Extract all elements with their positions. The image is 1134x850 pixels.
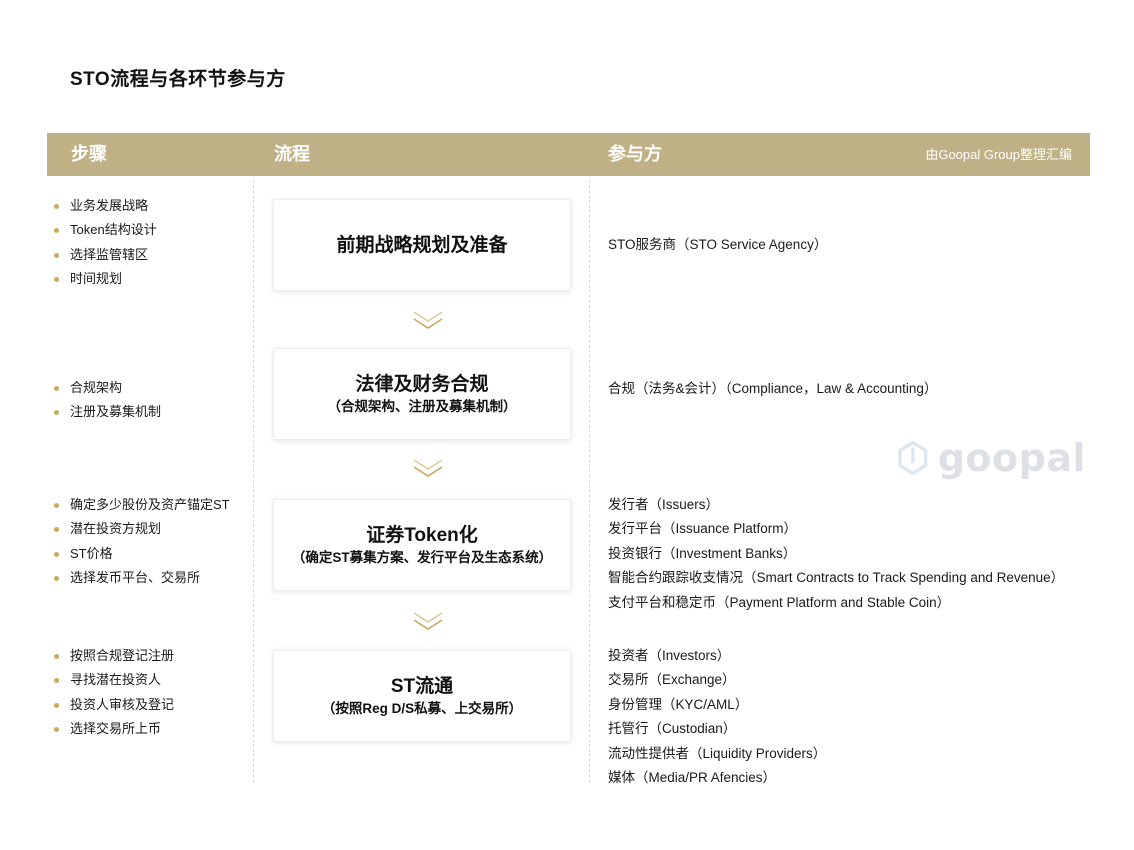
header-process: 流程 <box>274 144 310 164</box>
bullet-dot <box>54 503 59 508</box>
step-text: 选择监管辖区 <box>70 246 149 262</box>
table-header: 步骤 流程 参与方 由Goopal Group整理汇编 <box>47 133 1090 176</box>
stage-2-parties: 合规（法务&会计）（Compliance，Law & Accounting） <box>608 377 937 401</box>
process-title: 法律及财务合规 <box>355 374 489 395</box>
party-item: 交易所（Exchange） <box>608 672 736 688</box>
party-item: 支付平台和稳定币（Payment Platform and Stable Coi… <box>608 594 951 610</box>
stage-2-steps: 合规架构 注册及募集机制 <box>52 376 161 425</box>
bullet-dot <box>54 727 59 733</box>
step-item: 寻找潜在投资人 <box>52 668 174 692</box>
column-divider-right <box>589 180 590 782</box>
party-item: 托管行（Custodian） <box>608 721 737 737</box>
process-subtitle: （确定ST募集方案、发行平台及生态系统） <box>291 550 553 565</box>
step-item: ST价格 <box>52 542 230 566</box>
step-text: 寻找潜在投资人 <box>70 672 162 688</box>
party-item: 流动性提供者（Liquidity Providers） <box>608 745 827 761</box>
step-item: 选择发币平台、交易所 <box>52 566 230 590</box>
step-text: 合规架构 <box>70 380 123 395</box>
step-item: 业务发展战略 <box>52 194 157 218</box>
bullet-dot <box>54 702 59 708</box>
step-item: 投资人审核及登记 <box>52 693 174 717</box>
bullet-dot <box>54 527 59 533</box>
process-box-1: 前期战略规划及准备 <box>273 199 571 291</box>
step-text: Token结构设计 <box>70 222 157 238</box>
stage-3-parties: 发行者（Issuers） 发行平台（Issuance Platform） 投资银… <box>608 493 1064 615</box>
bullet-dot <box>54 252 59 258</box>
process-subtitle: （按照Reg D/S私募、上交易所） <box>321 701 523 716</box>
step-text: 潜在投资方规划 <box>70 521 162 537</box>
bullet-dot <box>54 551 59 557</box>
goopal-watermark: goopal <box>896 430 1086 486</box>
step-text: 时间规划 <box>70 271 123 287</box>
step-item: 注册及募集机制 <box>52 400 161 424</box>
party-item: 投资银行（Investment Banks） <box>608 545 797 561</box>
step-item: 按照合规登记注册 <box>52 644 174 668</box>
party-item: 发行者（Issuers） <box>608 497 720 512</box>
step-item: Token结构设计 <box>52 218 157 242</box>
step-text: 按照合规登记注册 <box>70 648 175 663</box>
party-item: 发行平台（Issuance Platform） <box>608 521 798 537</box>
bullet-dot <box>54 204 59 209</box>
step-text: 注册及募集机制 <box>70 404 162 420</box>
page-title: STO流程与各环节参与方 <box>70 69 286 90</box>
bullet-dot <box>54 576 59 582</box>
bullet-dot <box>54 654 59 659</box>
chevron-down-icon <box>413 311 443 329</box>
watermark-text: goopal <box>937 436 1086 480</box>
process-title: ST流通 <box>390 676 454 697</box>
stage-4-steps: 按照合规登记注册 寻找潜在投资人 投资人审核及登记 选择交易所上币 <box>52 644 174 742</box>
party-item: 身份管理（KYC/AML） <box>608 696 749 712</box>
party-item: 智能合约跟踪收支情况（Smart Contracts to Track Spen… <box>608 570 1065 586</box>
header-parties: 参与方 <box>608 144 662 164</box>
step-text: 选择发币平台、交易所 <box>70 570 201 586</box>
chevron-down-icon <box>413 459 443 477</box>
step-item: 潜在投资方规划 <box>52 517 230 541</box>
step-text: 确定多少股份及资产锚定ST <box>70 497 230 512</box>
process-subtitle: （合规架构、注册及募集机制） <box>327 399 517 414</box>
stage-1-parties: STO服务商（STO Service Agency） <box>608 233 827 257</box>
step-text: ST价格 <box>70 545 113 561</box>
step-item: 选择交易所上币 <box>52 717 174 741</box>
step-item: 确定多少股份及资产锚定ST <box>52 493 230 517</box>
column-divider-left <box>253 180 254 782</box>
step-text: 业务发展战略 <box>70 198 149 213</box>
step-text: 投资人审核及登记 <box>70 696 175 712</box>
step-text: 选择交易所上币 <box>70 721 162 737</box>
stage-1-steps: 业务发展战略 Token结构设计 选择监管辖区 时间规划 <box>52 194 157 292</box>
process-title: 证券Token化 <box>366 525 478 546</box>
process-box-3: 证券Token化 （确定ST募集方案、发行平台及生态系统） <box>273 499 571 591</box>
header-steps: 步骤 <box>71 144 107 164</box>
chevron-down-icon <box>413 612 443 630</box>
bullet-dot <box>54 678 59 684</box>
party-item: 合规（法务&会计）（Compliance，Law & Accounting） <box>608 381 938 396</box>
party-item: 媒体（Media/PR Afencies） <box>608 770 777 786</box>
bullet-dot <box>54 410 59 416</box>
goopal-logo-icon <box>898 440 928 476</box>
step-item: 时间规划 <box>52 267 157 291</box>
process-title: 前期战略规划及准备 <box>336 234 508 256</box>
party-item: STO服务商（STO Service Agency） <box>608 237 828 252</box>
process-box-2: 法律及财务合规 （合规架构、注册及募集机制） <box>273 348 571 440</box>
bullet-dot <box>54 277 59 283</box>
header-credit: 由Goopal Group整理汇编 <box>925 147 1072 162</box>
process-box-4: ST流通 （按照Reg D/S私募、上交易所） <box>273 650 571 742</box>
stage-3-steps: 确定多少股份及资产锚定ST 潜在投资方规划 ST价格 选择发币平台、交易所 <box>52 493 230 591</box>
stage-4-parties: 投资者（Investors） 交易所（Exchange） 身份管理（KYC/AM… <box>608 644 826 790</box>
step-item: 合规架构 <box>52 376 161 400</box>
party-item: 投资者（Investors） <box>608 648 731 663</box>
step-item: 选择监管辖区 <box>52 243 157 267</box>
bullet-dot <box>54 228 59 234</box>
bullet-dot <box>54 386 59 391</box>
